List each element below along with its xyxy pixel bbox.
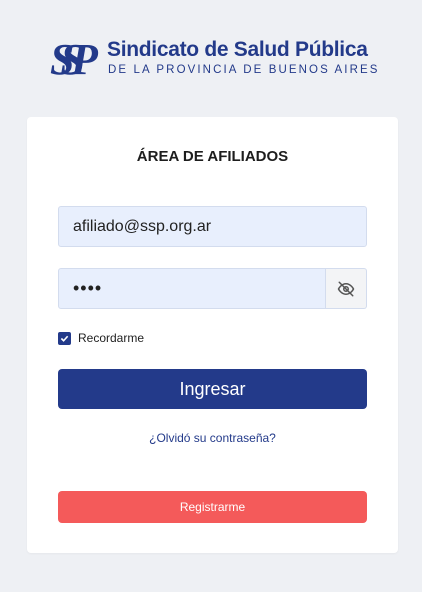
ssp-logo-icon: SSP xyxy=(50,35,106,82)
email-value: afiliado@ssp.org.ar xyxy=(73,218,212,235)
svg-text:SSP: SSP xyxy=(50,35,99,82)
brand-name: Sindicato de Salud Pública xyxy=(107,38,368,61)
remember-label: Recordarme xyxy=(78,331,145,345)
remember-me[interactable]: Recordarme xyxy=(58,331,144,345)
forgot-password-link[interactable]: ¿Olvidó su contraseña? xyxy=(27,431,398,445)
login-button[interactable]: Ingresar xyxy=(58,369,367,409)
checkmark-icon xyxy=(60,335,69,342)
remember-checkbox[interactable] xyxy=(58,331,71,345)
email-field[interactable]: afiliado@ssp.org.ar xyxy=(58,206,367,247)
header: SSP Sindicato de Salud Pública DE LA PRO… xyxy=(0,0,422,110)
toggle-password-button[interactable] xyxy=(326,268,367,309)
eye-off-icon xyxy=(337,281,355,296)
password-value: •••• xyxy=(73,278,103,298)
brand-subtitle: DE LA PROVINCIA DE BUENOS AIRES xyxy=(108,64,380,76)
login-card: ÁREA DE AFILIADOS afiliado@ssp.org.ar ••… xyxy=(27,117,398,553)
password-field[interactable]: •••• xyxy=(58,268,326,309)
register-button[interactable]: Registrarme xyxy=(58,491,367,523)
page-title: ÁREA DE AFILIADOS xyxy=(136,148,289,165)
